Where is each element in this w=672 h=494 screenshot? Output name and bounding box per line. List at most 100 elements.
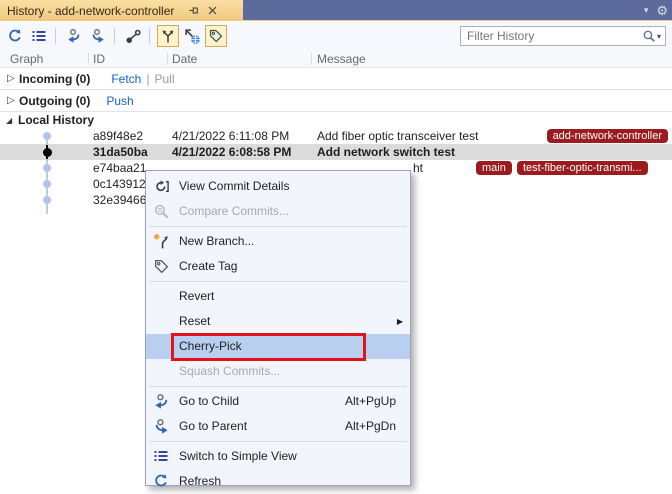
search-icon[interactable] bbox=[642, 29, 656, 43]
window-position-chevron-icon[interactable]: ▾ bbox=[644, 5, 649, 15]
tool-window-tab[interactable]: History - add-network-controller bbox=[0, 0, 243, 21]
outgoing-label: Outgoing (0) bbox=[19, 93, 91, 108]
menu-item-label: Go to Parent bbox=[179, 419, 248, 433]
refresh-icon bbox=[153, 473, 170, 490]
history-toolbar: ▾ bbox=[0, 22, 672, 50]
gear-icon[interactable]: ⚙ bbox=[656, 4, 668, 17]
go-to-parent-button[interactable] bbox=[87, 25, 109, 47]
tab-title: History - add-network-controller bbox=[7, 3, 175, 18]
branch-badge[interactable]: add-network-controller bbox=[546, 129, 668, 143]
collapsed-arrow-icon[interactable]: ▷ bbox=[7, 73, 19, 84]
menu-item-compare-commits: Compare Commits... bbox=[146, 199, 410, 224]
collapsed-arrow-icon[interactable]: ▷ bbox=[7, 95, 19, 106]
local-history-section-row[interactable]: ◢ Local History bbox=[0, 112, 672, 128]
commit-date: 4/21/2022 6:08:58 PM bbox=[172, 145, 292, 159]
commit-row-selected[interactable]: 31da50ba 4/21/2022 6:08:58 PM Add networ… bbox=[0, 144, 672, 160]
column-header-row: Graph ID Date Message bbox=[0, 50, 672, 68]
menu-item-cherry-pick[interactable]: Cherry-Pick bbox=[146, 333, 410, 361]
toolbar-separator bbox=[55, 28, 56, 44]
menu-item-label: Reset bbox=[179, 314, 211, 328]
commit-graph-dot bbox=[43, 164, 51, 172]
commit-details-icon bbox=[153, 178, 170, 195]
list-icon bbox=[32, 31, 46, 41]
simple-view-button[interactable] bbox=[28, 25, 50, 47]
tag-icon bbox=[209, 29, 223, 43]
menu-item-reset[interactable]: Reset ▶ bbox=[146, 309, 410, 334]
menu-item-label: Create Tag bbox=[179, 259, 238, 273]
show-branches-toggle[interactable] bbox=[157, 25, 179, 47]
branch-badge[interactable]: main bbox=[476, 161, 512, 175]
toolbar-separator bbox=[114, 28, 115, 44]
filter-history-box: ▾ bbox=[460, 26, 666, 46]
menu-item-label: Switch to Simple View bbox=[179, 449, 297, 463]
menu-item-label: Cherry-Pick bbox=[179, 339, 242, 353]
go-to-child-button[interactable] bbox=[63, 25, 85, 47]
refresh-icon bbox=[9, 29, 21, 42]
commit-id: 31da50ba bbox=[93, 145, 148, 159]
menu-item-label: Revert bbox=[179, 289, 215, 303]
menu-item-squash-commits: Squash Commits... bbox=[146, 359, 410, 384]
submenu-arrow-icon: ▶ bbox=[396, 317, 403, 326]
commit-context-menu: View Commit Details Compare Commits... N… bbox=[145, 170, 411, 488]
menu-item-create-tag[interactable]: Create Tag bbox=[146, 254, 410, 279]
commit-id: 0c143912 bbox=[93, 177, 146, 191]
pin-icon[interactable] bbox=[186, 3, 202, 19]
menu-item-label: Compare Commits... bbox=[179, 204, 290, 218]
go-to-child-icon bbox=[68, 29, 80, 43]
commit-graph-dot bbox=[43, 180, 51, 188]
menu-item-switch-to-simple-view[interactable]: Switch to Simple View bbox=[146, 444, 410, 469]
commit-id: a89f48e2 bbox=[93, 129, 144, 143]
refresh-button[interactable] bbox=[4, 25, 26, 47]
branch-icon bbox=[162, 30, 174, 43]
incoming-section-row[interactable]: ▷ Incoming (0) Fetch | Pull bbox=[0, 68, 672, 90]
search-options-caret-icon[interactable]: ▾ bbox=[657, 32, 661, 41]
menu-item-label: Go to Child bbox=[179, 394, 240, 408]
commit-id: 32e39466 bbox=[93, 193, 147, 207]
commit-graph-dot bbox=[43, 196, 51, 204]
filter-history-input[interactable] bbox=[461, 29, 642, 43]
column-header-date[interactable]: Date bbox=[172, 52, 197, 66]
outgoing-section-row[interactable]: ▷ Outgoing (0) Push bbox=[0, 90, 672, 112]
go-to-child-icon bbox=[153, 393, 170, 410]
commit-id: e74baa21 bbox=[93, 161, 147, 175]
commit-message: Add network switch test bbox=[317, 145, 456, 159]
column-header-graph[interactable]: Graph bbox=[10, 52, 43, 66]
menu-item-view-commit-details[interactable]: View Commit Details bbox=[146, 174, 410, 199]
menu-item-new-branch[interactable]: New Branch... bbox=[146, 229, 410, 254]
create-tag-icon bbox=[153, 258, 170, 275]
column-header-id[interactable]: ID bbox=[93, 52, 105, 66]
show-tags-toggle[interactable] bbox=[205, 25, 227, 47]
menu-item-refresh[interactable]: Refresh bbox=[146, 469, 410, 494]
fetch-link[interactable]: Fetch bbox=[111, 72, 141, 86]
compare-commits-icon bbox=[153, 203, 170, 220]
menu-item-label: New Branch... bbox=[179, 234, 255, 248]
commit-message-fragment: ht bbox=[413, 161, 424, 175]
commit-message: Add fiber optic transceiver test bbox=[317, 129, 479, 143]
commit-graph-icon bbox=[125, 29, 141, 43]
close-icon[interactable] bbox=[204, 3, 220, 19]
menu-item-shortcut: Alt+PgDn bbox=[344, 419, 396, 433]
branch-badge[interactable]: test-fiber-optic-transmi... bbox=[517, 161, 648, 175]
expanded-arrow-icon[interactable]: ◢ bbox=[6, 116, 18, 125]
commit-graph-dot bbox=[43, 132, 51, 140]
menu-item-label: Refresh bbox=[179, 474, 222, 488]
commit-row[interactable]: a89f48e2 4/21/2022 6:11:08 PM Add fiber … bbox=[0, 128, 672, 144]
column-header-message[interactable]: Message bbox=[317, 52, 366, 66]
menu-item-go-to-parent[interactable]: Go to Parent Alt+PgDn bbox=[146, 414, 410, 439]
push-link[interactable]: Push bbox=[106, 94, 133, 108]
go-to-parent-icon bbox=[92, 29, 104, 43]
menu-item-revert[interactable]: Revert bbox=[146, 284, 410, 309]
title-bar: History - add-network-controller ▾ ⚙ bbox=[0, 0, 672, 21]
menu-item-label: Squash Commits... bbox=[179, 364, 281, 378]
list-icon bbox=[153, 448, 170, 465]
menu-separator bbox=[149, 281, 407, 282]
menu-item-go-to-child[interactable]: Go to Child Alt+PgUp bbox=[146, 389, 410, 414]
graph-view-button[interactable] bbox=[122, 25, 144, 47]
show-remote-branches-toggle[interactable] bbox=[181, 25, 203, 47]
commit-date: 4/21/2022 6:11:08 PM bbox=[172, 129, 290, 143]
pull-link: Pull bbox=[154, 71, 175, 86]
incoming-label: Incoming (0) bbox=[19, 71, 91, 86]
new-branch-icon bbox=[153, 233, 170, 250]
local-history-label: Local History bbox=[18, 113, 95, 127]
toolbar-separator bbox=[149, 28, 150, 44]
